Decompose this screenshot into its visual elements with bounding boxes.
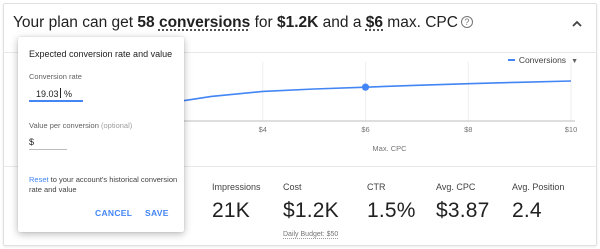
metric-value: $1.2K — [283, 199, 339, 222]
metric-label: Avg. Position — [512, 182, 565, 192]
reset-link[interactable]: Reset — [29, 175, 49, 184]
x-tick-label: $10 — [565, 125, 578, 134]
metric-label: Impressions — [212, 182, 261, 192]
text-cursor — [59, 88, 61, 98]
conversion-rate-label: Conversion rate — [29, 72, 82, 81]
conversion-rate-input[interactable]: 19.03 % — [29, 87, 83, 102]
x-tick-label: $8 — [464, 125, 472, 134]
highlight-point — [361, 83, 370, 91]
x-tick-label: $4 — [259, 125, 267, 134]
metric-avg-cpc: Avg. CPC $3.87 — [436, 182, 490, 223]
popup-title: Expected conversion rate and value — [29, 49, 173, 59]
metric-value: 1.5% — [367, 199, 416, 222]
metric-value: $3.87 — [436, 199, 490, 222]
value-per-conversion-input[interactable]: $ — [29, 136, 67, 150]
conversion-settings-popup: Expected conversion rate and value Conve… — [18, 37, 184, 232]
metric-label: Cost — [283, 182, 302, 192]
value-label-text: Value per conversion — [29, 121, 99, 130]
value-per-conversion-label: Value per conversion (optional) — [29, 121, 132, 130]
metric-label: Avg. CPC — [436, 182, 476, 192]
cancel-button[interactable]: CANCEL — [95, 208, 132, 218]
save-button[interactable]: SAVE — [145, 208, 169, 218]
metric-value: 21K — [212, 199, 250, 222]
conversion-rate-value: 19.03 — [36, 89, 59, 99]
metric-ctr: CTR 1.5% — [367, 182, 416, 223]
reset-note: Reset to your account's historical conve… — [29, 175, 179, 195]
x-axis-label: Max. CPC — [372, 144, 407, 153]
reset-text: to your account's historical conversion … — [29, 175, 178, 194]
metric-cost: Cost $1.2K Daily Budget: $50 — [283, 182, 339, 241]
metric-avg-position: Avg. Position 2.4 — [512, 182, 564, 223]
metric-label: CTR — [367, 182, 386, 192]
daily-budget-link[interactable]: Daily Budget: $50 — [283, 231, 339, 239]
x-tick-label: $6 — [361, 125, 369, 134]
metric-impressions: Impressions 21K — [212, 182, 261, 223]
percent-unit: % — [64, 89, 73, 99]
currency-symbol: $ — [29, 137, 35, 147]
optional-hint: (optional) — [101, 121, 133, 130]
metric-value: 2.4 — [512, 199, 542, 222]
